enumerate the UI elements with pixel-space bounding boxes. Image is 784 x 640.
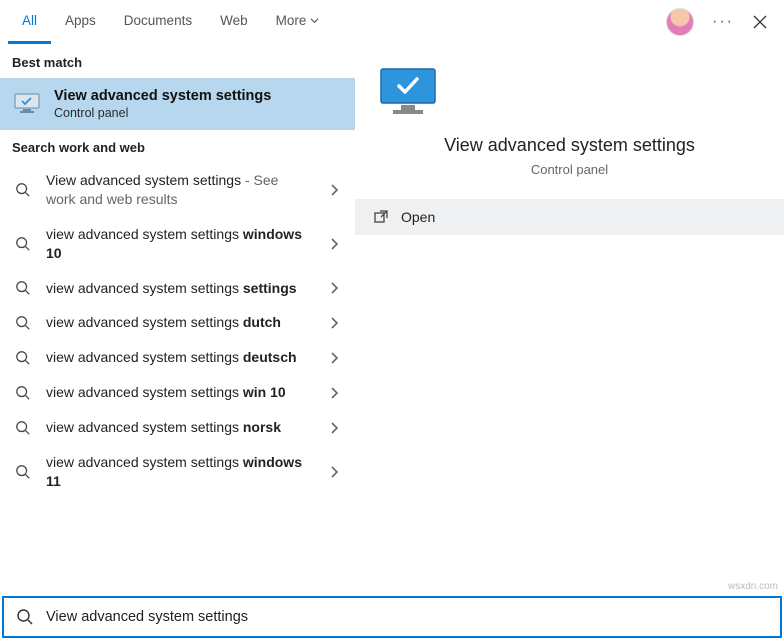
search-icon <box>12 464 34 480</box>
tab-label: Web <box>220 13 248 28</box>
result-text: View advanced system settings - See work… <box>46 171 311 209</box>
search-input[interactable] <box>46 609 768 625</box>
search-icon <box>12 315 34 331</box>
chevron-right-icon[interactable] <box>323 238 345 250</box>
preview-panel: View advanced system settings Control pa… <box>355 45 784 594</box>
open-label: Open <box>401 209 435 225</box>
search-result[interactable]: view advanced system settings settings <box>0 271 355 306</box>
open-icon <box>373 209 389 225</box>
tab-web[interactable]: Web <box>206 0 262 44</box>
chevron-right-icon[interactable] <box>323 317 345 329</box>
body: Best match View advanced system settings… <box>0 45 784 594</box>
search-icon <box>12 350 34 366</box>
search-result[interactable]: View advanced system settings - See work… <box>0 163 355 217</box>
monitor-icon <box>12 92 42 116</box>
tab-label: Apps <box>65 13 96 28</box>
tabs: All Apps Documents Web More <box>8 0 333 44</box>
tab-label: All <box>22 13 37 28</box>
results-panel: Best match View advanced system settings… <box>0 45 355 594</box>
search-icon <box>12 420 34 436</box>
chevron-right-icon[interactable] <box>323 282 345 294</box>
search-result[interactable]: view advanced system settings win 10 <box>0 375 355 410</box>
best-match-text: View advanced system settings Control pa… <box>54 88 271 120</box>
search-result[interactable]: view advanced system settings deutsch <box>0 340 355 375</box>
result-text: view advanced system settings windows 11 <box>46 453 311 491</box>
search-result[interactable]: view advanced system settings windows 11 <box>0 445 355 499</box>
search-result[interactable]: view advanced system settings dutch <box>0 305 355 340</box>
preview: View advanced system settings Control pa… <box>355 59 784 199</box>
close-button[interactable] <box>752 14 768 30</box>
open-action[interactable]: Open <box>355 199 784 235</box>
search-icon <box>12 385 34 401</box>
result-text: view advanced system settings windows 10 <box>46 225 311 263</box>
tab-label: More <box>276 13 307 28</box>
preview-subtitle: Control panel <box>375 162 764 177</box>
monitor-icon <box>375 65 764 121</box>
more-options-icon[interactable]: ··· <box>712 13 734 31</box>
chevron-down-icon <box>310 16 319 25</box>
web-results-label: Search work and web <box>0 130 355 163</box>
tab-more[interactable]: More <box>262 0 334 44</box>
result-text: view advanced system settings deutsch <box>46 348 311 367</box>
search-icon <box>12 280 34 296</box>
best-match-item[interactable]: View advanced system settings Control pa… <box>0 78 355 130</box>
chevron-right-icon[interactable] <box>323 387 345 399</box>
result-text: view advanced system settings norsk <box>46 418 311 437</box>
tab-label: Documents <box>124 13 192 28</box>
search-icon <box>12 182 34 198</box>
results-list: View advanced system settings - See work… <box>0 163 355 499</box>
result-text: view advanced system settings dutch <box>46 313 311 332</box>
close-icon <box>752 14 768 30</box>
chevron-right-icon[interactable] <box>323 466 345 478</box>
result-text: view advanced system settings settings <box>46 279 311 298</box>
tab-apps[interactable]: Apps <box>51 0 110 44</box>
tab-all[interactable]: All <box>8 0 51 44</box>
header: All Apps Documents Web More ··· <box>0 0 784 45</box>
search-icon <box>16 608 34 626</box>
search-bar[interactable] <box>2 596 782 638</box>
preview-title: View advanced system settings <box>375 135 764 156</box>
search-result[interactable]: view advanced system settings norsk <box>0 410 355 445</box>
result-text: view advanced system settings win 10 <box>46 383 311 402</box>
header-right: ··· <box>666 8 776 36</box>
best-match-label: Best match <box>0 45 355 78</box>
search-result[interactable]: view advanced system settings windows 10 <box>0 217 355 271</box>
chevron-right-icon[interactable] <box>323 422 345 434</box>
best-match-subtitle: Control panel <box>54 106 271 120</box>
watermark: wsxdn.com <box>728 581 778 592</box>
best-match-title: View advanced system settings <box>54 88 271 104</box>
avatar[interactable] <box>666 8 694 36</box>
chevron-right-icon[interactable] <box>323 184 345 196</box>
search-icon <box>12 236 34 252</box>
chevron-right-icon[interactable] <box>323 352 345 364</box>
tab-documents[interactable]: Documents <box>110 0 206 44</box>
